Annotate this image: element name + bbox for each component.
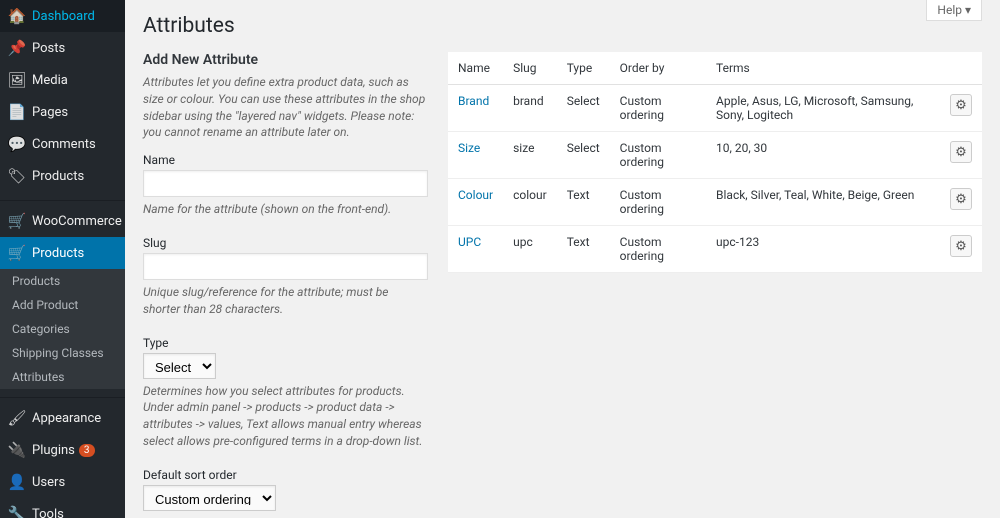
attribute-order: Custom ordering: [610, 179, 706, 226]
sidebar-item-products[interactable]: 🛒 Products: [0, 237, 125, 269]
submenu-item-attributes[interactable]: Attributes: [0, 365, 125, 389]
help-tab[interactable]: Help ▾: [926, 0, 982, 21]
col-header: Type: [557, 52, 610, 85]
sort-label: Default sort order: [143, 468, 428, 482]
attribute-type: Select: [557, 85, 610, 132]
menu-label: Comments: [32, 137, 96, 152]
menu-icon: 🛒: [8, 244, 26, 262]
menu-icon: 🏠: [8, 7, 26, 25]
col-header: Slug: [503, 52, 557, 85]
menu-label: Products: [32, 246, 84, 261]
attribute-name-link[interactable]: Brand: [458, 94, 489, 108]
sidebar-item-products[interactable]: 🏷 Products: [0, 160, 125, 192]
attribute-type: Text: [557, 179, 610, 226]
table-row: Size sizeSelectCustom ordering10, 20, 30 ⚙: [448, 132, 982, 179]
name-label: Name: [143, 153, 428, 167]
gear-icon: ⚙: [955, 98, 967, 113]
col-header: Terms: [706, 52, 940, 85]
sidebar-item-media[interactable]: 🖼 Media: [0, 64, 125, 96]
attribute-terms: Black, Silver, Teal, White, Beige, Green: [706, 179, 940, 226]
menu-icon: 💬: [8, 135, 26, 153]
menu-label: Plugins: [32, 443, 75, 458]
menu-label: Media: [32, 73, 68, 88]
menu-label: Tools: [32, 507, 64, 518]
attribute-name-link[interactable]: Size: [458, 141, 480, 155]
menu-label: Users: [32, 475, 65, 490]
sidebar-item-posts[interactable]: 📌 Posts: [0, 32, 125, 64]
attribute-terms: Apple, Asus, LG, Microsoft, Samsung, Son…: [706, 85, 940, 132]
menu-icon: 👤: [8, 473, 26, 491]
attribute-type: Select: [557, 132, 610, 179]
gear-icon: ⚙: [955, 145, 967, 160]
table-row: Colour colourTextCustom orderingBlack, Si…: [448, 179, 982, 226]
table-row: Brand brandSelectCustom orderingApple, As…: [448, 85, 982, 132]
attribute-terms: upc-123: [706, 226, 940, 273]
attribute-order: Custom ordering: [610, 85, 706, 132]
attribute-type: Text: [557, 226, 610, 273]
configure-button[interactable]: ⚙: [950, 94, 972, 116]
menu-icon: 📄: [8, 103, 26, 121]
gear-icon: ⚙: [955, 192, 967, 207]
type-select[interactable]: Select: [143, 353, 216, 379]
attribute-slug: size: [503, 132, 557, 179]
submenu-item-shipping-classes[interactable]: Shipping Classes: [0, 341, 125, 365]
sidebar-item-appearance[interactable]: 🖌 Appearance: [0, 402, 125, 434]
add-attribute-form: Add New Attribute Attributes let you def…: [143, 52, 428, 518]
update-badge: 3: [79, 444, 95, 457]
col-header: Order by: [610, 52, 706, 85]
menu-label: Posts: [32, 41, 65, 56]
name-help: Name for the attribute (shown on the fro…: [143, 201, 428, 218]
menu-icon: 🔧: [8, 505, 26, 518]
sidebar-item-tools[interactable]: 🔧 Tools: [0, 498, 125, 518]
name-input[interactable]: [143, 170, 428, 197]
menu-label: Pages: [32, 105, 68, 120]
page-title: Attributes: [143, 14, 982, 38]
configure-button[interactable]: ⚙: [950, 235, 972, 257]
sidebar-item-users[interactable]: 👤 Users: [0, 466, 125, 498]
submenu-item-categories[interactable]: Categories: [0, 317, 125, 341]
sidebar-item-plugins[interactable]: 🔌 Plugins 3: [0, 434, 125, 466]
configure-button[interactable]: ⚙: [950, 188, 972, 210]
attributes-table: NameSlugTypeOrder byTerms Brand brandSele…: [448, 52, 982, 273]
sidebar-item-comments[interactable]: 💬 Comments: [0, 128, 125, 160]
main-content: Help ▾ Attributes Add New Attribute Attr…: [125, 0, 1000, 518]
type-help: Determines how you select attributes for…: [143, 383, 428, 450]
attribute-name-link[interactable]: Colour: [458, 188, 493, 202]
configure-button[interactable]: ⚙: [950, 141, 972, 163]
menu-icon: 🛒: [8, 212, 26, 230]
gear-icon: ⚙: [955, 239, 967, 254]
attribute-slug: brand: [503, 85, 557, 132]
menu-label: Appearance: [32, 411, 101, 426]
menu-icon: 🏷: [8, 167, 26, 185]
menu-icon: 🖌: [8, 409, 26, 427]
attribute-slug: upc: [503, 226, 557, 273]
sidebar-item-woocommerce[interactable]: 🛒 WooCommerce: [0, 205, 125, 237]
menu-label: WooCommerce: [32, 214, 122, 229]
sort-select[interactable]: Custom ordering: [143, 485, 276, 511]
col-header: Name: [448, 52, 503, 85]
table-row: UPC upcTextCustom orderingupc-123 ⚙: [448, 226, 982, 273]
form-intro: Attributes let you define extra product …: [143, 74, 428, 141]
slug-input[interactable]: [143, 253, 428, 280]
slug-help: Unique slug/reference for the attribute;…: [143, 284, 428, 318]
menu-icon: 🔌: [8, 441, 26, 459]
attribute-order: Custom ordering: [610, 132, 706, 179]
sidebar-item-dashboard[interactable]: 🏠 Dashboard: [0, 0, 125, 32]
menu-label: Products: [32, 169, 84, 184]
submenu-item-add-product[interactable]: Add Product: [0, 293, 125, 317]
admin-sidebar: 🏠 Dashboard 📌 Posts 🖼 Media 📄 Pages 💬 Comments 🏷 Pr…: [0, 0, 125, 518]
attribute-name-link[interactable]: UPC: [458, 235, 481, 249]
menu-label: Dashboard: [32, 9, 95, 24]
attribute-slug: colour: [503, 179, 557, 226]
type-label: Type: [143, 336, 428, 350]
menu-icon: 📌: [8, 39, 26, 57]
form-heading: Add New Attribute: [143, 52, 428, 68]
attribute-terms: 10, 20, 30: [706, 132, 940, 179]
menu-icon: 🖼: [8, 71, 26, 89]
attribute-order: Custom ordering: [610, 226, 706, 273]
slug-label: Slug: [143, 236, 428, 250]
submenu-item-products[interactable]: Products: [0, 269, 125, 293]
sidebar-item-pages[interactable]: 📄 Pages: [0, 96, 125, 128]
